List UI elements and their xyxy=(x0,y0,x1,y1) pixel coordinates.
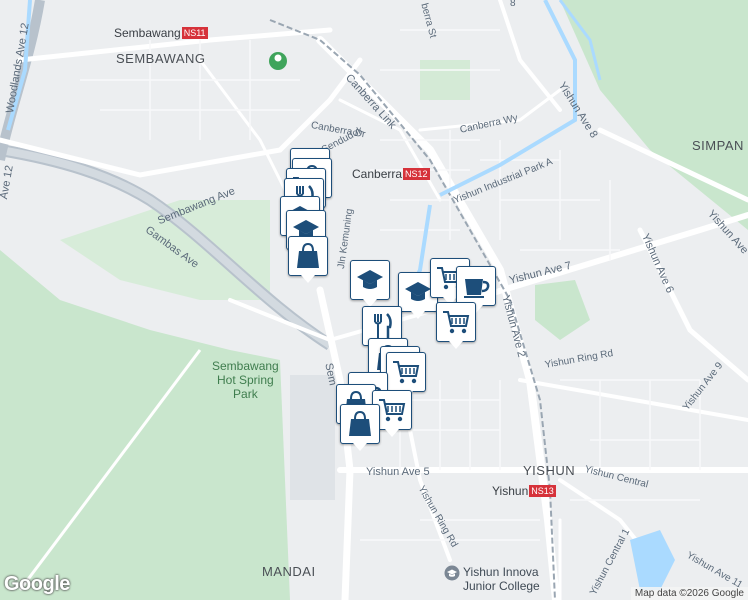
area-label-simpang: SIMPAN xyxy=(692,138,744,153)
area-label-mandai: MANDAI xyxy=(262,564,316,579)
google-logo[interactable]: Google xyxy=(4,573,70,596)
station-name: Yishun xyxy=(492,484,529,498)
road xyxy=(498,0,562,112)
map-marker[interactable] xyxy=(436,302,476,349)
road xyxy=(467,212,748,303)
road-label-ave-8-top: 8 xyxy=(510,0,516,9)
school-icon xyxy=(403,277,433,307)
station-yishun[interactable]: Yishun NS13 xyxy=(492,484,556,498)
station-name: Sembawang xyxy=(114,26,181,40)
cart-icon xyxy=(377,395,407,425)
road xyxy=(198,58,292,202)
map-marker[interactable] xyxy=(288,236,328,283)
map-marker[interactable] xyxy=(340,404,380,451)
cafe-icon xyxy=(461,271,491,301)
airfield-buildings xyxy=(290,375,335,500)
station-code-badge: NS11 xyxy=(181,27,208,39)
park-label: Sembawang Hot Spring Park xyxy=(212,359,279,401)
poi-junior-college[interactable]: Yishun Innova Junior College xyxy=(444,565,540,593)
station-code-badge: NS12 xyxy=(403,168,430,180)
map-canvas[interactable]: SEMBAWANG SIMPAN YISHUN MANDAI Sembawang… xyxy=(0,0,748,600)
road xyxy=(518,378,748,422)
school-icon xyxy=(355,265,385,295)
area-label-sembawang: SEMBAWANG xyxy=(116,51,206,66)
map-marker[interactable] xyxy=(456,266,496,313)
station-code-badge: NS13 xyxy=(529,485,556,497)
poi-label: Yishun Innova Junior College xyxy=(463,565,540,593)
map-marker[interactable] xyxy=(386,352,426,399)
cart-icon xyxy=(441,307,471,337)
reservoir xyxy=(630,530,675,590)
area-label-yishun: YISHUN xyxy=(523,463,576,478)
station-name: Canberra xyxy=(352,167,403,181)
shopping-bag-icon xyxy=(293,241,323,271)
school-poi-icon xyxy=(444,565,460,581)
road-label-yishun-ave-5: Yishun Ave 5 xyxy=(366,466,430,478)
station-canberra[interactable]: Canberra NS12 xyxy=(352,167,430,181)
map-marker[interactable] xyxy=(350,260,390,307)
cart-icon xyxy=(391,357,421,387)
station-sembawang[interactable]: Sembawang NS11 xyxy=(114,26,208,40)
shopping-bag-icon xyxy=(345,409,375,439)
park-area xyxy=(420,60,470,100)
restaurant-icon xyxy=(367,311,397,341)
map-attribution[interactable]: Map data ©2026 Google xyxy=(630,587,748,600)
park-area xyxy=(535,280,590,340)
